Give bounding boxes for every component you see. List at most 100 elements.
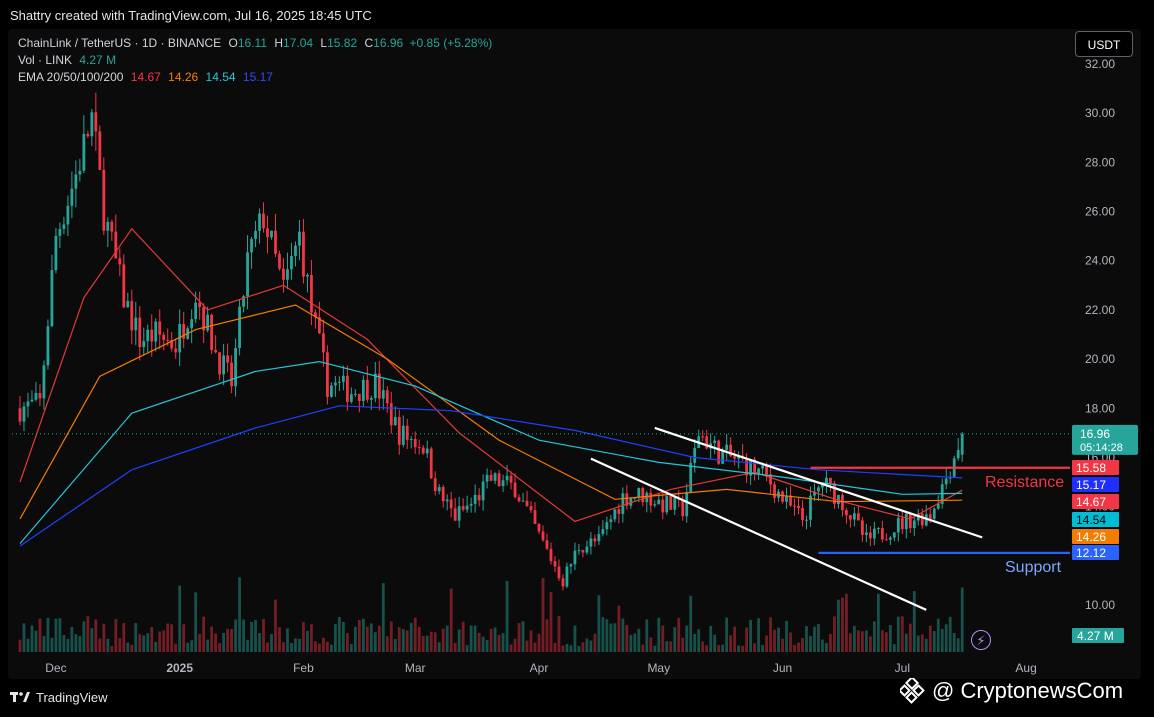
candle-body xyxy=(896,518,900,533)
y-tick-label: 22.00 xyxy=(1085,303,1115,317)
candle-body xyxy=(138,317,142,348)
candle-body xyxy=(361,379,365,402)
price-badge-label: 14.54 xyxy=(1076,513,1106,527)
volume-bar xyxy=(126,642,130,652)
candle-body xyxy=(42,365,46,399)
candle-body xyxy=(329,385,333,397)
volume-bar xyxy=(849,633,852,652)
ema-line-ema100 xyxy=(19,360,963,544)
candle-body xyxy=(629,497,633,506)
volume-bar xyxy=(673,627,677,652)
candle-body xyxy=(781,491,784,502)
volume-bar xyxy=(302,622,305,652)
candle-body xyxy=(557,566,561,579)
volume-badge-label: 4.27 M xyxy=(1077,629,1114,643)
candle-body xyxy=(849,515,852,520)
candle-body xyxy=(194,302,198,320)
x-tick-label: May xyxy=(647,661,670,675)
candle-body xyxy=(621,493,625,514)
candle-body xyxy=(118,258,122,265)
candle-body xyxy=(214,350,218,353)
volume-bar xyxy=(337,617,341,652)
candle-body xyxy=(892,532,896,538)
candle-body xyxy=(198,302,202,308)
candle-body xyxy=(162,334,166,341)
volume-bar xyxy=(461,621,465,652)
volume-bar xyxy=(158,631,162,652)
volume-bar xyxy=(785,620,788,652)
volume-bar xyxy=(333,624,337,652)
ohlc-low: 15.82 xyxy=(327,36,358,50)
volume-bar xyxy=(888,625,892,652)
volume-bar xyxy=(585,638,589,652)
volume-bar xyxy=(214,633,218,652)
candle-body xyxy=(461,506,465,510)
channel-lower-line[interactable] xyxy=(590,457,927,611)
candle-body xyxy=(693,447,697,463)
candle-body xyxy=(577,550,581,552)
symbol-title[interactable]: ChainLink / TetherUS · 1D · BINANCE xyxy=(18,36,221,50)
x-tick-label: Jun xyxy=(773,661,792,675)
candle-body xyxy=(94,112,98,132)
candle-body xyxy=(282,268,285,280)
y-tick-label: 10.00 xyxy=(1085,598,1115,612)
volume-bar xyxy=(761,644,764,652)
volume-bar xyxy=(182,624,186,652)
candle-body xyxy=(322,333,325,353)
volume-bar xyxy=(357,619,361,652)
candle-body xyxy=(369,397,373,400)
volume-bar xyxy=(649,637,653,652)
candle-body xyxy=(174,348,178,353)
volume-bar xyxy=(74,634,78,652)
volume-bar xyxy=(46,617,50,652)
volume-bar xyxy=(381,583,385,652)
volume-bar xyxy=(936,618,940,652)
volume-bar xyxy=(314,641,317,652)
candle-body xyxy=(657,499,661,505)
candle-body xyxy=(142,341,146,348)
volume-bar xyxy=(465,645,469,652)
candle-body xyxy=(126,301,130,308)
volume-bar xyxy=(162,630,166,652)
volume-bar xyxy=(553,642,557,652)
candle-body xyxy=(501,480,505,487)
candle-body xyxy=(78,170,82,175)
price-chart[interactable]: ResistanceSupport 10.0012.0014.0016.0018… xyxy=(0,0,1154,717)
volume-bar xyxy=(845,593,848,652)
candle-body xyxy=(701,436,705,438)
volume-bar xyxy=(825,643,828,652)
volume-bar xyxy=(589,640,593,652)
volume-bar xyxy=(86,616,90,652)
volume-bar xyxy=(489,628,493,652)
volume-bar xyxy=(258,632,261,652)
volume-bar xyxy=(821,639,824,652)
volume-bar xyxy=(613,623,617,652)
volume-bar xyxy=(781,638,784,652)
ohlc-open: 16.11 xyxy=(237,36,268,50)
price-badge-label: 15.17 xyxy=(1076,478,1106,492)
candle-body xyxy=(190,319,194,329)
volume-bar xyxy=(485,640,489,652)
volume-bar xyxy=(773,629,776,652)
candle-body xyxy=(266,228,269,238)
volume-bar xyxy=(912,591,916,652)
tradingview-logo[interactable]: TradingView xyxy=(10,690,108,705)
volume-bar xyxy=(653,645,657,652)
candle-body xyxy=(817,487,820,492)
volume-bar xyxy=(262,619,265,652)
currency-button[interactable]: USDT xyxy=(1075,31,1133,57)
candle-countdown: 05:14:28 xyxy=(1080,442,1123,454)
volume-bar xyxy=(94,619,98,652)
candle-body xyxy=(349,394,353,402)
ema100-value: 14.54 xyxy=(205,70,236,84)
volume-bar xyxy=(441,628,445,652)
volume-bar xyxy=(641,644,645,652)
volume-bar xyxy=(513,638,517,652)
lightning-icon[interactable]: ⚡ xyxy=(971,630,991,650)
volume-bar xyxy=(469,625,473,652)
volume-bar xyxy=(525,640,529,652)
candle-body xyxy=(857,513,860,521)
x-tick-label: 2025 xyxy=(166,661,193,675)
volume-bar xyxy=(453,642,457,652)
ohlc-close: 16.96 xyxy=(373,36,404,50)
